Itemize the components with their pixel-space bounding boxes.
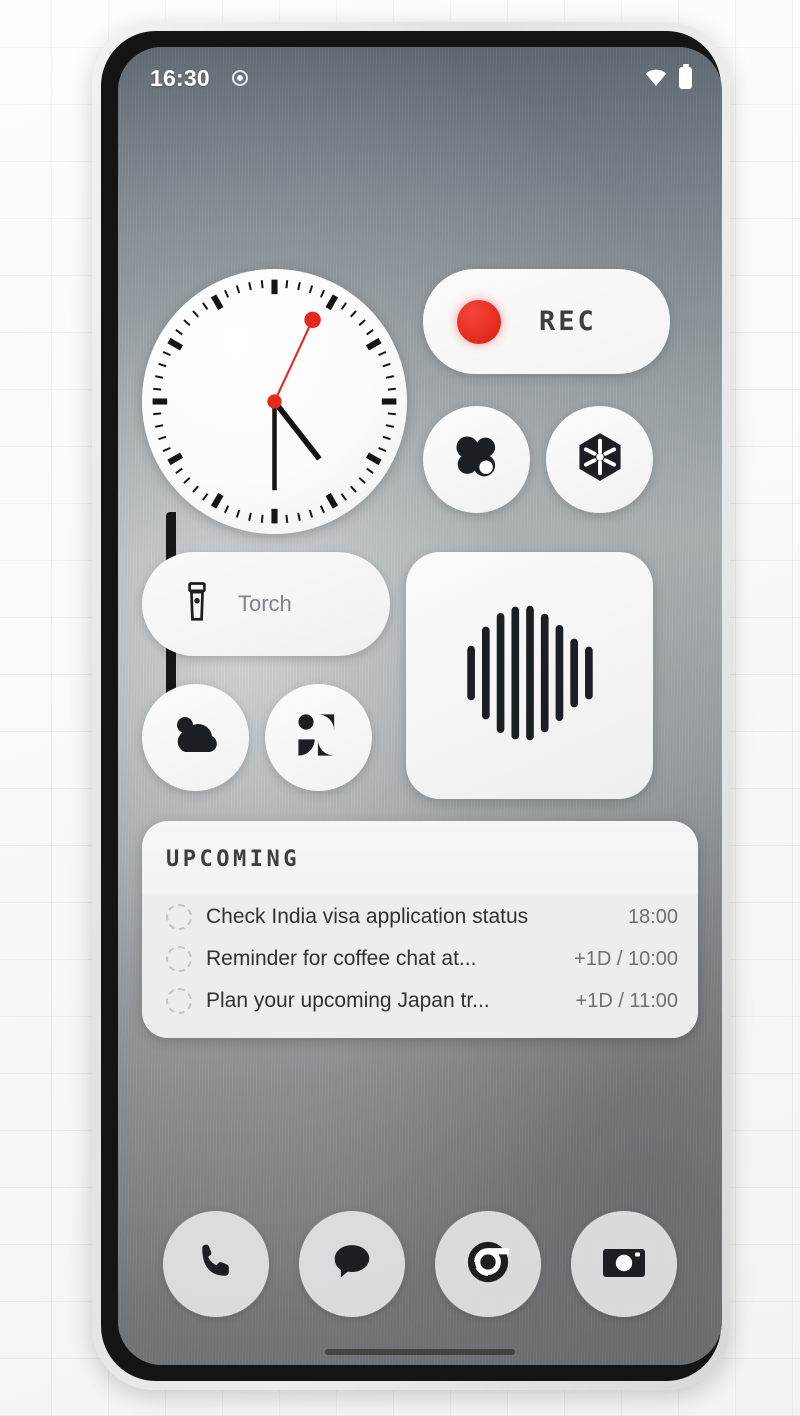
task-title: Check India visa application status	[206, 905, 529, 928]
dock-phone[interactable]	[163, 1211, 269, 1317]
phone-screen: 16:30 REC Torch UPCOMING Check India vis…	[118, 47, 722, 1365]
camera-icon	[601, 1243, 647, 1286]
analog-clock-widget[interactable]	[142, 269, 407, 534]
torch-label: Torch	[238, 591, 292, 616]
weather-shortcut[interactable]	[142, 684, 249, 791]
clover-shortcut[interactable]	[423, 406, 530, 513]
right-widget-column: REC	[423, 109, 670, 534]
upcoming-task-list: Check India visa application status 18:0…	[142, 894, 698, 1038]
task-time: 18:00	[627, 905, 678, 928]
record-dot-icon	[457, 299, 501, 344]
status-bar-clock: 16:30	[150, 64, 210, 91]
task-row[interactable]: Plan your upcoming Japan tr... +1D / 11:…	[142, 980, 698, 1022]
task-title: Plan your upcoming Japan tr...	[206, 989, 490, 1012]
battery-icon	[679, 67, 692, 89]
hex-snowflake-icon	[574, 431, 626, 488]
task-checkbox-icon[interactable]	[166, 988, 192, 1014]
waveform-icon	[450, 593, 610, 758]
widget-grid: REC Torch UPCOMING Check India visa appl…	[118, 109, 722, 1038]
gesture-navigation-bar[interactable]	[325, 1349, 515, 1355]
voice-recorder-widget[interactable]	[406, 552, 653, 799]
torch-widget[interactable]: Torch	[142, 552, 390, 656]
clock-dial	[152, 279, 397, 524]
pinwheel-shortcut[interactable]	[265, 684, 372, 791]
task-row[interactable]: Reminder for coffee chat at... +1D / 10:…	[142, 938, 698, 980]
upcoming-title: UPCOMING	[166, 847, 300, 872]
task-checkbox-icon[interactable]	[166, 946, 192, 972]
clock-face	[142, 269, 407, 534]
camera-privacy-icon	[231, 70, 248, 86]
upcoming-tasks-widget[interactable]: UPCOMING Check India visa application st…	[142, 821, 698, 1038]
snowflake-shortcut[interactable]	[546, 406, 653, 513]
task-time: +1D / 10:00	[574, 947, 678, 970]
record-label: REC	[539, 306, 597, 337]
pinwheel-icon	[293, 709, 345, 766]
app-dock	[118, 1211, 722, 1317]
wifi-icon	[645, 69, 667, 87]
phone-bezel: 16:30 REC Torch UPCOMING Check India vis…	[101, 31, 722, 1381]
upcoming-header: UPCOMING	[142, 821, 698, 894]
dock-camera[interactable]	[571, 1211, 677, 1317]
cloud-sun-icon	[169, 712, 223, 763]
left-widget-column: Torch	[142, 552, 390, 799]
widget-row-2: Torch	[142, 552, 698, 799]
screen-record-widget[interactable]: REC	[423, 269, 670, 374]
task-title: Reminder for coffee chat at...	[206, 947, 477, 970]
task-time: +1D / 11:00	[575, 989, 678, 1012]
status-bar-indicators	[645, 67, 692, 89]
widget-row-1: REC	[142, 109, 698, 534]
phone-icon	[194, 1240, 238, 1289]
task-checkbox-icon[interactable]	[166, 904, 192, 930]
message-bubble-icon	[329, 1239, 375, 1290]
phone-device-frame: 16:30 REC Torch UPCOMING Check India vis…	[92, 22, 730, 1390]
dock-messages[interactable]	[299, 1211, 405, 1317]
shortcut-row-1	[423, 406, 670, 513]
graph-paper-background: 16:30 REC Torch UPCOMING Check India vis…	[0, 0, 800, 1416]
shortcut-row-2	[142, 684, 390, 791]
task-row[interactable]: Check India visa application status 18:0…	[142, 896, 698, 938]
status-bar: 16:30	[118, 47, 722, 109]
flashlight-icon	[182, 581, 212, 628]
chrome-icon	[465, 1239, 511, 1290]
clover-icon	[448, 428, 506, 491]
dock-chrome[interactable]	[435, 1211, 541, 1317]
